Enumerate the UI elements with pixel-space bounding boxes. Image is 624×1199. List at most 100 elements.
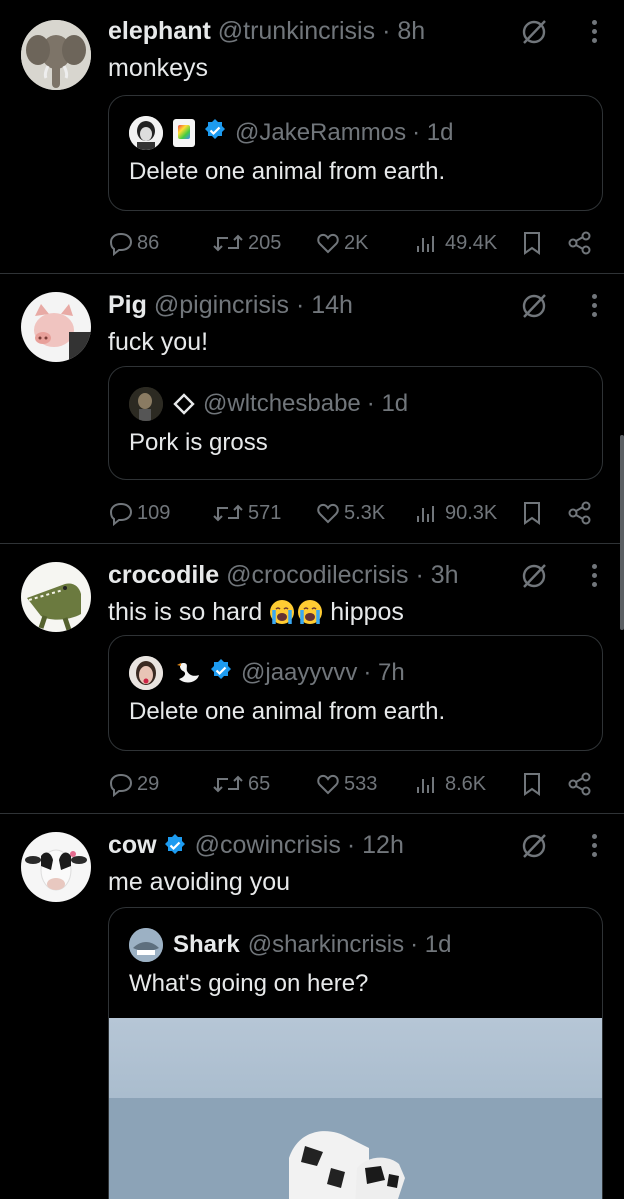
crying-face-icon xyxy=(268,598,296,626)
repost-button[interactable]: 65 xyxy=(211,769,270,799)
author-handle[interactable]: @pigincrisis xyxy=(154,291,289,319)
tweet-pig[interactable]: Pig @pigincrisis · 14h fuck you! @wltche… xyxy=(0,274,624,544)
quote-header: @jaayyvvv · 7h xyxy=(129,656,405,690)
tweet-text: this is so hard hippos xyxy=(108,596,404,628)
tweet-time[interactable]: · 3h xyxy=(415,561,458,589)
author-name[interactable]: crocodile xyxy=(108,561,219,589)
quote-time: · 1d xyxy=(410,931,452,958)
reply-icon xyxy=(109,502,133,526)
bookmark-button[interactable] xyxy=(522,769,545,799)
author-handle[interactable]: @trunkincrisis xyxy=(218,17,375,45)
quote-handle[interactable]: @jaayyvvv xyxy=(241,659,357,687)
heart-icon xyxy=(317,503,339,524)
quote-text: Delete one animal from earth. xyxy=(129,698,446,725)
repost-icon xyxy=(213,504,243,522)
tweet-text-part: this is so hard xyxy=(108,598,263,626)
heart-icon xyxy=(317,233,339,254)
tweet-header: elephant @trunkincrisis · 8h xyxy=(108,16,425,46)
like-count: 2K xyxy=(344,231,369,254)
elephant-avatar[interactable] xyxy=(21,20,91,90)
views-button[interactable]: 49.4K xyxy=(414,228,497,258)
tweet-text: me avoiding you xyxy=(108,868,291,896)
like-button[interactable]: 533 xyxy=(315,769,377,799)
tweet-text: monkeys xyxy=(108,54,209,82)
reply-button[interactable]: 86 xyxy=(108,228,159,258)
grok-icon[interactable] xyxy=(520,832,548,860)
bookmark-button[interactable] xyxy=(522,498,545,528)
repost-count: 65 xyxy=(248,772,271,795)
quote-text: Pork is gross xyxy=(129,429,268,456)
grok-icon[interactable] xyxy=(520,562,548,590)
more-options-icon[interactable] xyxy=(590,834,598,860)
bookmark-button[interactable] xyxy=(522,228,545,258)
author-handle[interactable]: @cowincrisis xyxy=(195,830,341,860)
views-count: 8.6K xyxy=(445,772,487,795)
author-name[interactable]: cow xyxy=(108,830,157,860)
quote-handle[interactable]: @JakeRammos xyxy=(235,119,406,147)
crying-face-icon xyxy=(296,598,324,626)
quote-handle[interactable]: @sharkincrisis xyxy=(248,931,404,959)
quote-time: · 1d xyxy=(366,390,409,417)
tweet-text: fuck you! xyxy=(108,328,209,356)
tweet-time[interactable]: · 12h xyxy=(347,830,404,860)
quoted-tweet[interactable]: Shark @sharkincrisis · 1d What's going o… xyxy=(108,907,603,1199)
reply-count: 109 xyxy=(137,501,171,524)
pig-avatar[interactable] xyxy=(21,292,91,362)
share-button[interactable] xyxy=(566,228,597,258)
verified-badge-icon xyxy=(209,658,233,689)
views-button[interactable]: 90.3K xyxy=(414,498,497,528)
scrollbar[interactable] xyxy=(620,435,624,630)
tweet-crocodile[interactable]: crocodile @crocodilecrisis · 3h this is … xyxy=(0,544,624,814)
tweet-time[interactable]: · 8h xyxy=(382,17,425,45)
quoted-tweet[interactable]: @wltchesbabe · 1d Pork is gross xyxy=(108,366,603,480)
reply-icon xyxy=(109,232,133,256)
quoted-tweet[interactable]: @jaayyvvv · 7h Delete one animal from ea… xyxy=(108,635,603,751)
more-options-icon[interactable] xyxy=(590,294,598,320)
views-count: 49.4K xyxy=(445,231,498,254)
quote-handle[interactable]: @wltchesbabe xyxy=(203,390,361,418)
views-icon xyxy=(417,506,434,522)
grok-icon[interactable] xyxy=(520,292,548,320)
grok-icon[interactable] xyxy=(520,18,548,46)
quote-time: · 1d xyxy=(412,119,454,146)
quote-header: Shark @sharkincrisis · 1d xyxy=(129,928,451,962)
repost-button[interactable]: 205 xyxy=(211,228,281,258)
tweet-actions: 109 571 5.3K 90.3K xyxy=(108,498,604,528)
more-options-icon[interactable] xyxy=(590,564,598,590)
share-button[interactable] xyxy=(566,498,597,528)
quote-avatar xyxy=(129,116,163,150)
share-icon xyxy=(568,501,591,525)
crocodile-avatar[interactable] xyxy=(21,562,91,632)
reply-button[interactable]: 29 xyxy=(108,769,159,799)
tweet-header: cow @cowincrisis · 12h xyxy=(108,830,404,860)
repost-count: 571 xyxy=(248,501,282,524)
tweet-time[interactable]: · 14h xyxy=(296,291,353,319)
quote-media-image[interactable] xyxy=(109,1018,602,1199)
views-button[interactable]: 8.6K xyxy=(414,769,486,799)
tweet-cow[interactable]: cow @cowincrisis · 12h me avoiding you S… xyxy=(0,814,624,1199)
quote-avatar xyxy=(129,656,163,690)
reply-count: 86 xyxy=(137,231,160,254)
reply-count: 29 xyxy=(137,772,160,795)
share-icon xyxy=(568,772,591,796)
reply-button[interactable]: 109 xyxy=(108,498,170,528)
tweet-text-part: hippos xyxy=(330,598,404,626)
like-button[interactable]: 5.3K xyxy=(315,498,385,528)
like-button[interactable]: 2K xyxy=(315,228,368,258)
like-count: 533 xyxy=(344,772,378,795)
repost-button[interactable]: 571 xyxy=(211,498,281,528)
more-options-icon[interactable] xyxy=(590,20,598,46)
quote-name[interactable]: Shark xyxy=(173,931,240,959)
tweet-header: Pig @pigincrisis · 14h xyxy=(108,290,353,320)
author-name[interactable]: elephant xyxy=(108,17,211,45)
author-handle[interactable]: @crocodilecrisis xyxy=(226,561,408,589)
share-button[interactable] xyxy=(566,769,597,799)
tweet-elephant[interactable]: elephant @trunkincrisis · 8h monkeys @Ja… xyxy=(0,0,624,274)
verified-badge-icon xyxy=(163,833,187,857)
cow-avatar[interactable] xyxy=(21,832,91,902)
quoted-tweet[interactable]: @JakeRammos · 1d Delete one animal from … xyxy=(108,95,603,211)
verified-badge-icon xyxy=(203,118,227,149)
share-icon xyxy=(568,231,591,255)
repost-count: 205 xyxy=(248,231,282,254)
author-name[interactable]: Pig xyxy=(108,291,147,319)
